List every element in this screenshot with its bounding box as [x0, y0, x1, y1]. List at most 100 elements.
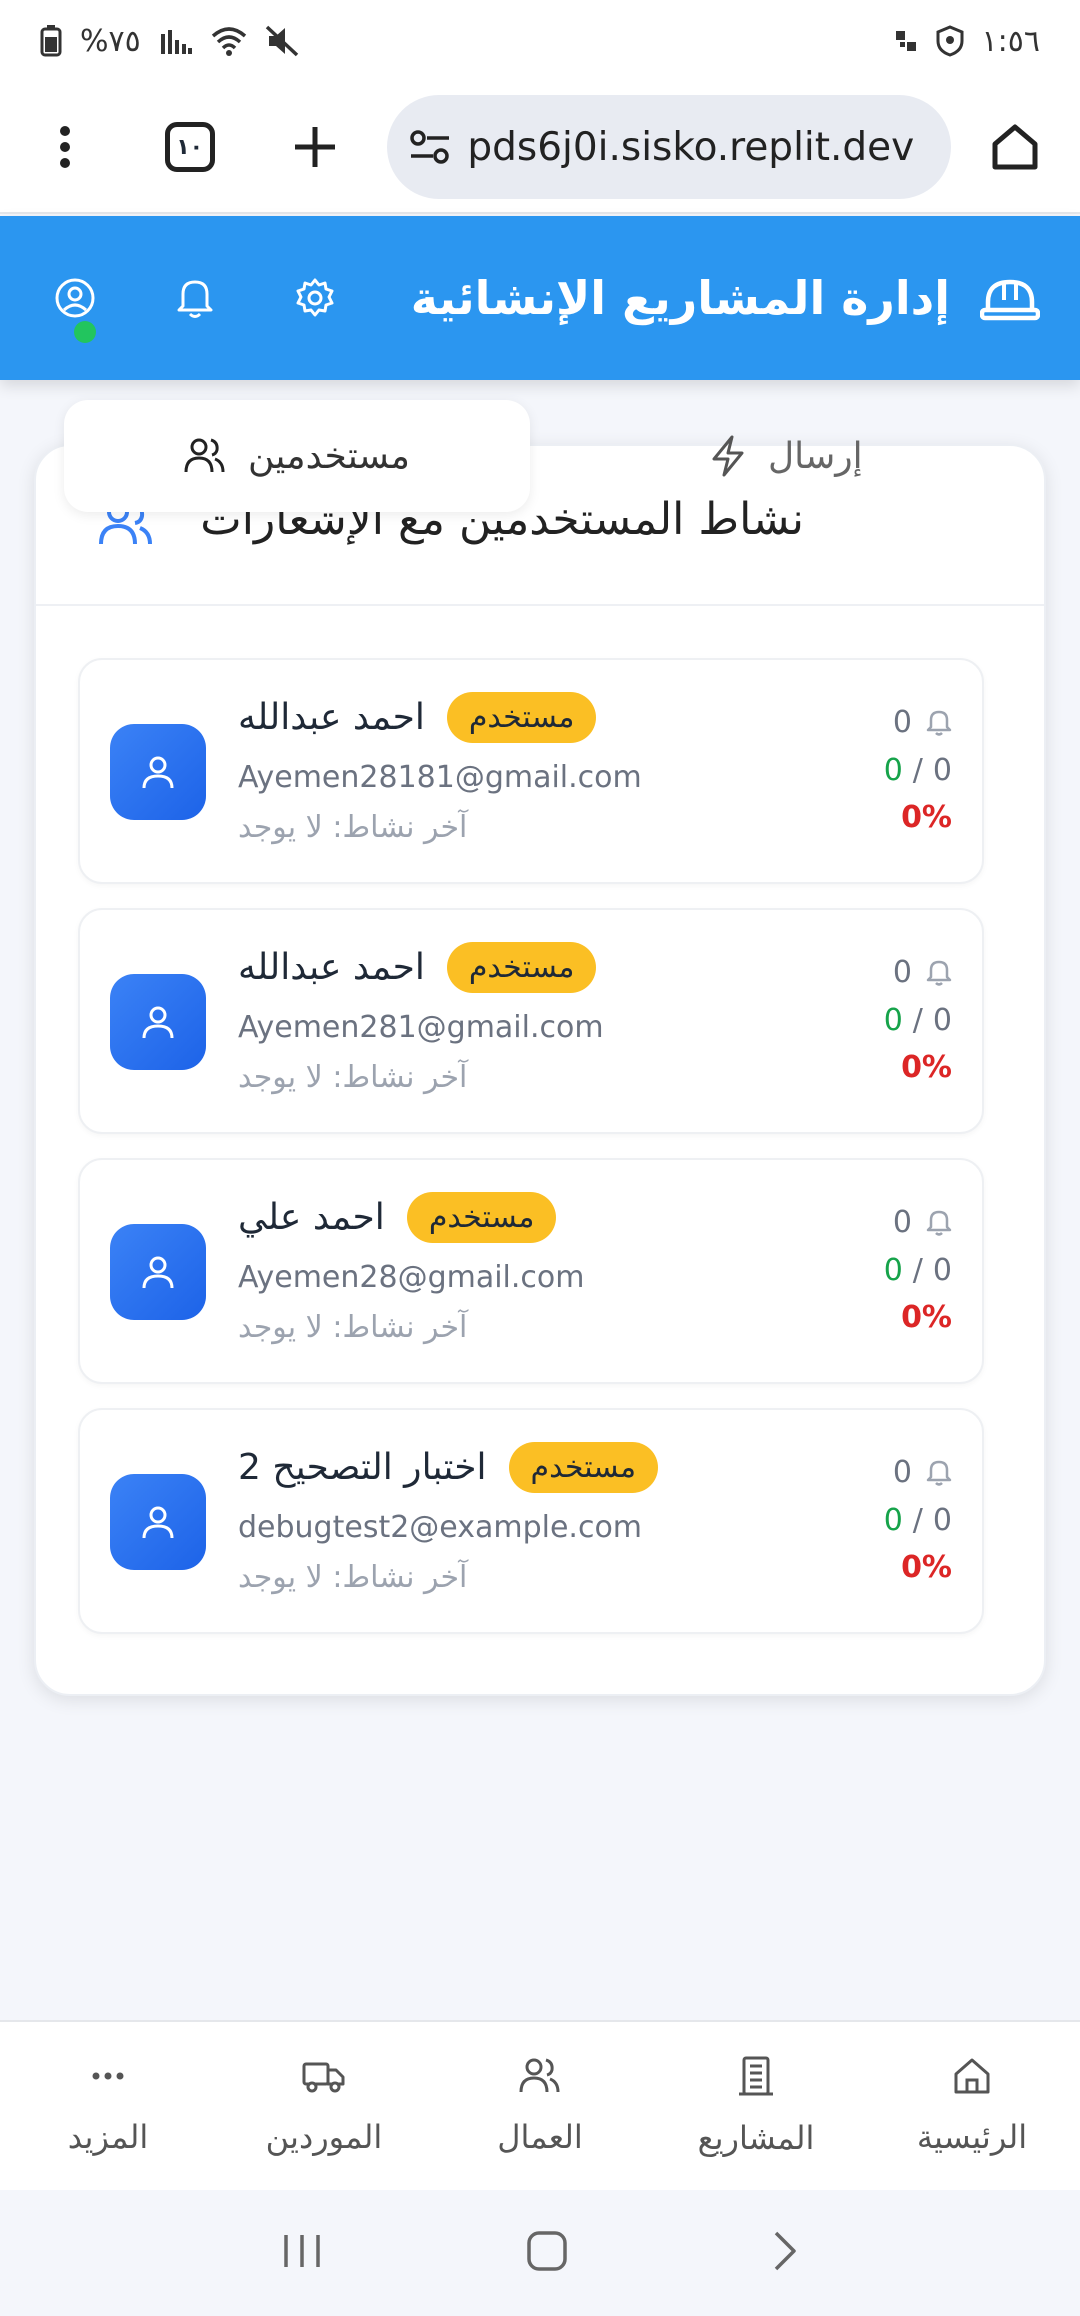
- settings-button[interactable]: [290, 273, 340, 323]
- bell-icon: [926, 710, 952, 736]
- plus-icon: [294, 127, 335, 167]
- user-row[interactable]: احمد علي مستخدم Ayemen28@gmail.com آخر ن…: [78, 1158, 984, 1384]
- user-name: احمد عبدالله: [238, 947, 425, 988]
- address-bar[interactable]: pds6j0i.sisko.replit.dev: [387, 95, 951, 199]
- user-name-row: احمد عبدالله مستخدم: [238, 942, 597, 993]
- user-circle-icon: [55, 278, 95, 318]
- read-count: 0: [883, 1252, 903, 1288]
- nav-more[interactable]: المزيد: [3, 2056, 213, 2156]
- nav-more-label: المزيد: [67, 2118, 149, 2156]
- user-name: احمد عبدالله: [238, 697, 425, 738]
- nav-home[interactable]: الرئيسية: [867, 2056, 1077, 2156]
- user-stats: 0 0 / 0 0%: [832, 950, 952, 1090]
- user-name: احمد علي: [238, 1197, 385, 1238]
- total-count: 0: [932, 1252, 952, 1288]
- profile-button[interactable]: [50, 273, 100, 343]
- nav-workers-label: العمال: [497, 2118, 583, 2156]
- system-home-button[interactable]: [525, 2229, 569, 2277]
- tab-switcher-button[interactable]: ١٠: [155, 112, 224, 182]
- notification-count-row: 0: [832, 1450, 952, 1494]
- user-icon: [142, 1006, 174, 1039]
- nav-projects[interactable]: المشاريع: [651, 2055, 861, 2157]
- browser-menu-button[interactable]: [30, 112, 99, 182]
- nav-projects-label: المشاريع: [697, 2119, 815, 2157]
- notification-count: 0: [892, 1454, 912, 1490]
- tab-users-label: مستخدمين: [248, 435, 410, 477]
- notification-count-row: 0: [832, 950, 952, 994]
- role-badge: مستخدم: [446, 942, 597, 993]
- bell-icon: [926, 1460, 952, 1486]
- read-percent: 0%: [901, 800, 952, 835]
- recent-apps-button[interactable]: [280, 2231, 324, 2275]
- status-bar: %٧٥ ١:٥٦: [0, 0, 1080, 82]
- user-email: Ayemen28@gmail.com: [238, 1260, 585, 1295]
- browser-toolbar: ١٠ pds6j0i.sisko.replit.dev: [0, 82, 1080, 214]
- system-navigation: [0, 2190, 1080, 2316]
- user-row[interactable]: احمد عبدالله مستخدم Ayemen28181@gmail.co…: [78, 658, 984, 884]
- user-row[interactable]: احمد عبدالله مستخدم Ayemen281@gmail.com …: [78, 908, 984, 1134]
- status-bar-right: ١:٥٦: [894, 24, 1040, 59]
- chevron-right-icon: [774, 2231, 796, 2271]
- user-name-row: احمد علي مستخدم: [238, 1192, 557, 1243]
- user-activity-card: نشاط المستخدمين مع الإشعارات احمد عبدالل…: [34, 444, 1046, 1696]
- wifi-icon: [211, 26, 247, 56]
- read-ratio: 0 / 0: [832, 744, 952, 796]
- app-title-group: إدارة المشاريع الإنشائية: [411, 271, 1040, 325]
- bell-icon: [926, 960, 952, 986]
- role-badge: مستخدم: [406, 1192, 557, 1243]
- building-icon: [739, 2056, 773, 2096]
- role-badge: مستخدم: [508, 1442, 659, 1493]
- ratio-separator: /: [912, 752, 923, 788]
- nav-home-label: الرئيسية: [916, 2118, 1028, 2156]
- home-button[interactable]: [981, 112, 1050, 182]
- user-email: Ayemen281@gmail.com: [238, 1010, 604, 1045]
- lightning-icon: [712, 435, 744, 477]
- nav-suppliers[interactable]: الموردين: [219, 2056, 429, 2156]
- notifications-button[interactable]: [170, 273, 220, 323]
- notification-count: 0: [892, 954, 912, 990]
- tab-strip: مستخدمين إرسال: [64, 400, 964, 512]
- read-percent: 0%: [901, 1300, 952, 1335]
- nav-suppliers-label: الموردين: [265, 2118, 383, 2156]
- hard-hat-icon: [980, 279, 1040, 321]
- system-back-button[interactable]: [770, 2229, 800, 2277]
- read-percent: 0%: [901, 1050, 952, 1085]
- header-actions: [50, 273, 340, 343]
- ratio-separator: /: [912, 1252, 923, 1288]
- home-square-icon: [527, 2231, 567, 2271]
- battery-level: %٧٥: [80, 23, 141, 59]
- avatar: [110, 1474, 206, 1570]
- last-activity: آخر نشاط: لا يوجد: [238, 810, 468, 845]
- read-count: 0: [883, 1002, 903, 1038]
- tab-send-label: إرسال: [768, 435, 863, 477]
- notification-count-row: 0: [832, 700, 952, 744]
- new-tab-button[interactable]: [280, 112, 349, 182]
- avatar: [110, 974, 206, 1070]
- ratio-separator: /: [912, 1502, 923, 1538]
- users-icon: [184, 438, 225, 473]
- app-notification-icon: [894, 29, 918, 53]
- recents-icon: [284, 2235, 321, 2267]
- last-activity: آخر نشاط: لا يوجد: [238, 1560, 468, 1595]
- shield-icon: [936, 25, 964, 57]
- user-icon: [142, 1256, 174, 1289]
- user-row[interactable]: اختبار التصحيح 2 مستخدم debugtest2@examp…: [78, 1408, 984, 1634]
- site-settings-icon[interactable]: [409, 129, 451, 165]
- nav-workers[interactable]: العمال: [435, 2056, 645, 2156]
- signal-icon: [159, 26, 193, 56]
- notification-count: 0: [892, 704, 912, 740]
- tab-users[interactable]: مستخدمين: [64, 400, 530, 512]
- read-ratio: 0 / 0: [832, 1494, 952, 1546]
- more-icon: [92, 2072, 124, 2080]
- user-stats: 0 0 / 0 0%: [832, 1200, 952, 1340]
- gear-icon: [296, 278, 334, 317]
- user-stats: 0 0 / 0 0%: [832, 700, 952, 840]
- tab-count: ١٠: [164, 122, 215, 172]
- total-count: 0: [932, 1002, 952, 1038]
- user-stats: 0 0 / 0 0%: [832, 1450, 952, 1590]
- user-list: احمد عبدالله مستخدم Ayemen28181@gmail.co…: [78, 658, 984, 1658]
- tab-send[interactable]: إرسال: [710, 400, 863, 512]
- last-activity: آخر نشاط: لا يوجد: [238, 1310, 468, 1345]
- user-name-row: احمد عبدالله مستخدم: [238, 692, 597, 743]
- read-count: 0: [883, 1502, 903, 1538]
